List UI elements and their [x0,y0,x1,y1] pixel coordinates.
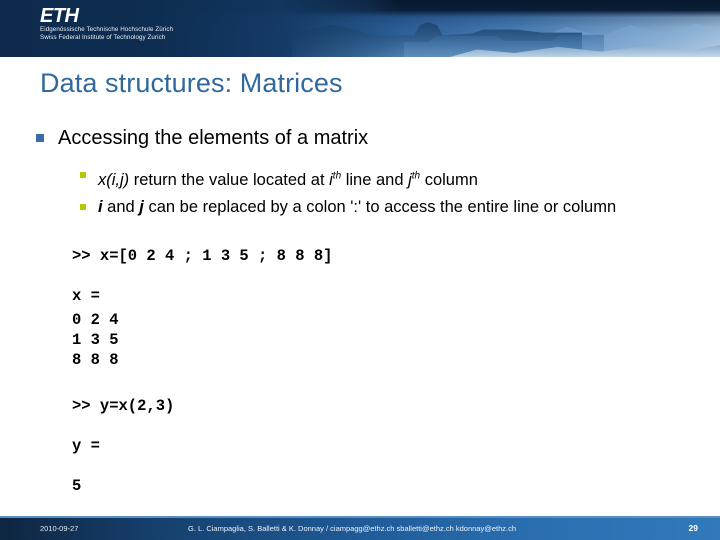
footer-date: 2010-09-27 [40,524,79,533]
small-square-bullet-icon [80,172,86,178]
eth-logo-line-german: Eidgenössische Technische Hochschule Zür… [40,26,174,33]
code-output-x-row: 8 8 8 [72,350,119,369]
code-output-x-label: x = [72,286,100,305]
bullet-level1-accessing-elements: Accessing the elements of a matrix [0,125,720,151]
square-bullet-icon [36,134,44,142]
slide-footer: 2010-09-27 G. L. Ciampaglia, S. Balletti… [0,518,720,540]
code-output-y-value: 5 [72,476,82,495]
footer-authors-and-emails: G. L. Ciampaglia, S. Balletti & K. Donna… [188,524,517,533]
page-title: Data structures: Matrices [40,68,343,98]
bullet-level1-label: Accessing the elements of a matrix [58,127,369,149]
eth-logo-wordmark: ETH [40,5,79,27]
sub-bullet-colon-text: i and j can be replaced by a colon ':' t… [98,197,617,216]
sub-bullet-colon: i and j can be replaced by a colon ':' t… [0,195,720,220]
code-output-x-row: 0 2 4 [72,310,119,329]
footer-page-number: 29 [688,523,698,533]
eth-logo: ETH Eidgenössische Technische Hochschule… [40,6,173,42]
small-square-bullet-icon [80,203,86,210]
code-command-matrix-definition: >> x=[0 2 4 ; 1 3 5 ; 8 8 8] [72,246,333,265]
slide-header-banner: ETH Eidgenössische Technische Hochschule… [0,0,720,57]
code-output-y-label: y = [72,436,100,455]
sub-bullet-xij: x(i,j) return the value located at ith l… [0,163,720,193]
sub-bullet-xij-text: x(i,j) return the value located at ith l… [98,170,478,189]
eth-logo-line-english: Swiss Federal Institute of Technology Zu… [40,34,166,41]
slide-content: Accessing the elements of a matrix x(i,j… [0,125,720,496]
code-command-index-access: >> y=x(2,3) [72,396,175,415]
code-output-x-row: 1 3 5 [72,330,119,349]
